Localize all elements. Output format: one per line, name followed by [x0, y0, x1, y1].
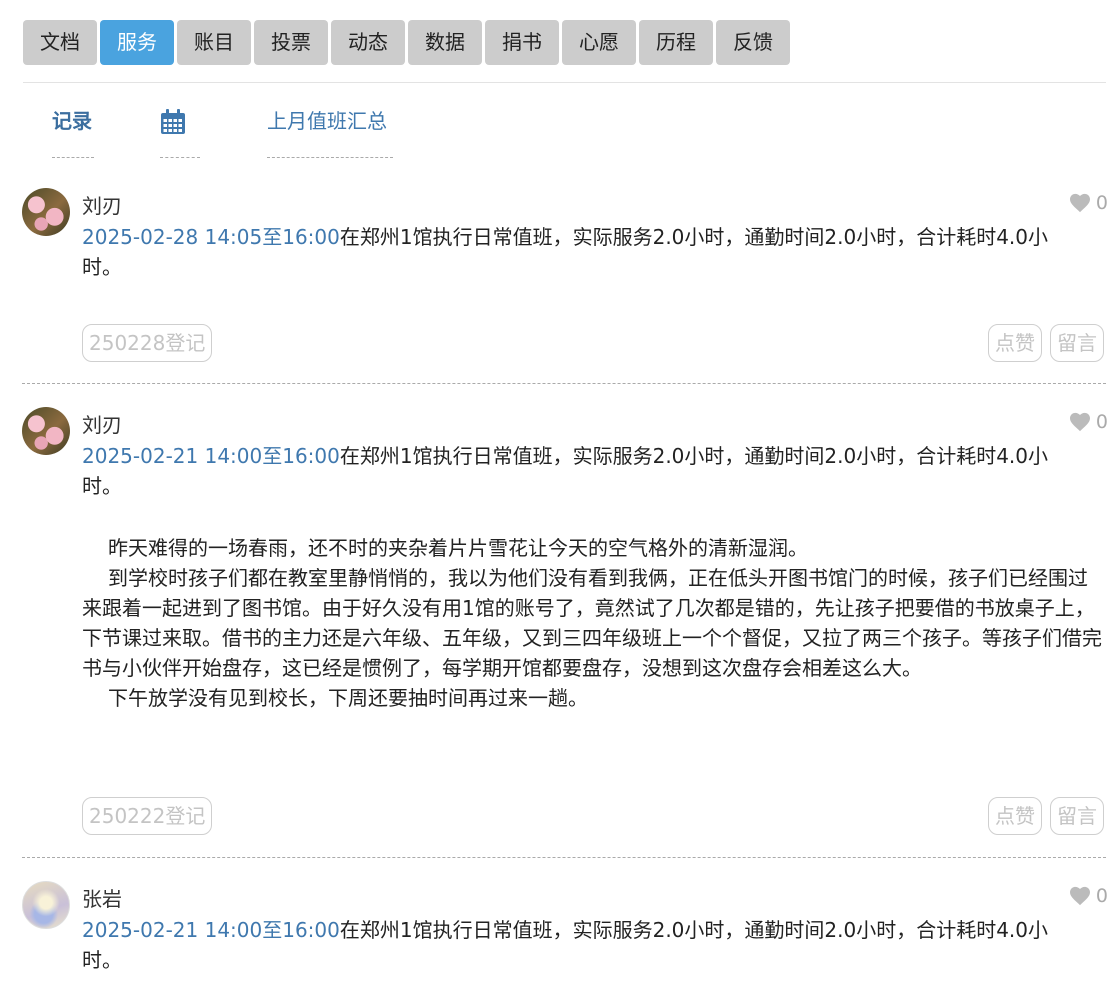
calendar-icon	[160, 100, 200, 149]
tab-record[interactable]: 记录	[52, 100, 94, 158]
post-divider	[22, 857, 1106, 858]
nav-docs[interactable]: 文档	[23, 20, 97, 65]
nav-donate-books[interactable]: 捐书	[485, 20, 559, 65]
tab-last-month-summary[interactable]: 上月值班汇总	[267, 100, 393, 158]
nav-divider	[23, 82, 1106, 83]
nav-wishes[interactable]: 心愿	[562, 20, 636, 65]
author-name[interactable]: 张岩	[82, 883, 122, 912]
like-count: 0	[1069, 411, 1108, 433]
avatar[interactable]	[22, 188, 70, 236]
tab-calendar[interactable]	[160, 100, 200, 158]
like-button[interactable]: 点赞	[988, 324, 1042, 362]
like-button[interactable]: 点赞	[988, 797, 1042, 835]
top-nav: 文档 服务 账目 投票 动态 数据 捐书 心愿 历程 反馈	[23, 20, 793, 65]
author-name[interactable]: 刘刃	[82, 190, 122, 219]
post-time[interactable]: 2025-02-21 14:00至16:00	[82, 444, 340, 468]
sub-tabs: 记录 上月值班汇总	[0, 100, 1113, 160]
author-name[interactable]: 刘刃	[82, 409, 122, 438]
tab-summary-label: 上月值班汇总	[267, 109, 387, 133]
like-count: 0	[1069, 885, 1108, 907]
heart-icon	[1069, 412, 1090, 432]
nav-feedback[interactable]: 反馈	[716, 20, 790, 65]
avatar[interactable]	[22, 407, 70, 455]
post-diary: 昨天难得的一场春雨，还不时的夹杂着片片雪花让今天的空气格外的清新湿润。 到学校时…	[82, 533, 1102, 713]
post-time[interactable]: 2025-02-21 14:00至16:00	[82, 918, 340, 942]
avatar[interactable]	[22, 881, 70, 929]
diary-paragraph: 到学校时孩子们都在教室里静悄悄的，我以为他们没有看到我俩，正在低头开图书馆门的时…	[82, 566, 1102, 680]
nav-history[interactable]: 历程	[639, 20, 713, 65]
nav-service[interactable]: 服务	[100, 20, 174, 65]
register-tag[interactable]: 250222登记	[82, 797, 213, 835]
register-tag[interactable]: 250228登记	[82, 324, 213, 362]
heart-icon	[1069, 193, 1090, 213]
diary-paragraph: 昨天难得的一场春雨，还不时的夹杂着片片雪花让今天的空气格外的清新湿润。	[108, 536, 808, 560]
like-number: 0	[1095, 192, 1108, 214]
post-text: 2025-02-21 14:00至16:00在郑州1馆执行日常值班，实际服务2.…	[82, 915, 1072, 975]
comment-button[interactable]: 留言	[1050, 797, 1104, 835]
nav-accounts[interactable]: 账目	[177, 20, 251, 65]
post-divider	[22, 383, 1106, 384]
nav-news[interactable]: 动态	[331, 20, 405, 65]
nav-data[interactable]: 数据	[408, 20, 482, 65]
like-count: 0	[1069, 192, 1108, 214]
tab-record-label: 记录	[52, 109, 92, 133]
diary-paragraph: 下午放学没有见到校长，下周还要抽时间再过来一趟。	[108, 686, 588, 710]
post-text: 2025-02-28 14:05至16:00在郑州1馆执行日常值班，实际服务2.…	[82, 222, 1072, 282]
post-time[interactable]: 2025-02-28 14:05至16:00	[82, 225, 340, 249]
comment-button[interactable]: 留言	[1050, 324, 1104, 362]
like-number: 0	[1095, 411, 1108, 433]
post-text: 2025-02-21 14:00至16:00在郑州1馆执行日常值班，实际服务2.…	[82, 441, 1072, 501]
heart-icon	[1069, 886, 1090, 906]
nav-vote[interactable]: 投票	[254, 20, 328, 65]
like-number: 0	[1095, 885, 1108, 907]
